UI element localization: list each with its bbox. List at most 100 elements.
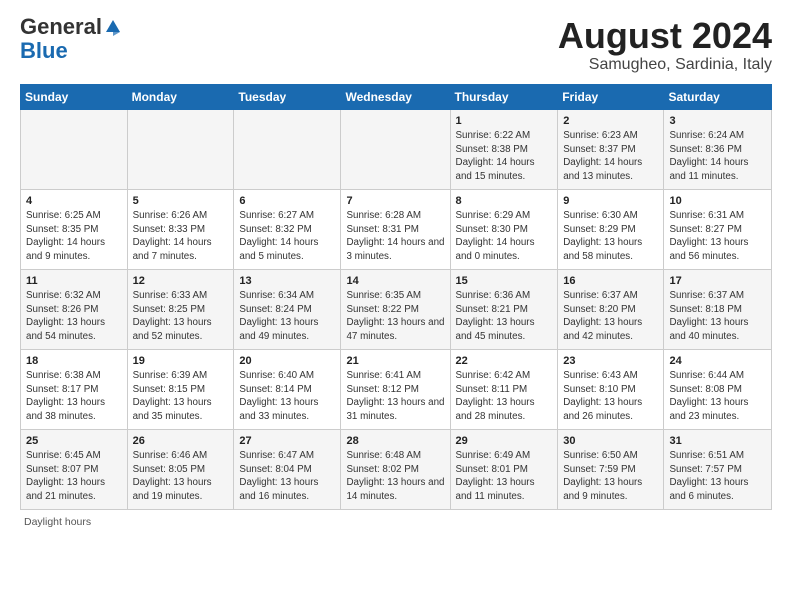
day-info: Sunrise: 6:37 AM Sunset: 8:20 PM Dayligh… — [563, 290, 642, 342]
day-info: Sunrise: 6:40 AM Sunset: 8:14 PM Dayligh… — [239, 370, 318, 422]
day-number: 10 — [669, 194, 766, 209]
day-number: 1 — [456, 114, 553, 129]
day-info: Sunrise: 6:22 AM Sunset: 8:38 PM Dayligh… — [456, 130, 535, 182]
day-info: Sunrise: 6:51 AM Sunset: 7:57 PM Dayligh… — [669, 450, 748, 502]
day-number: 24 — [669, 354, 766, 369]
day-number: 2 — [563, 114, 658, 129]
day-number: 14 — [346, 274, 444, 289]
table-row: 17Sunrise: 6:37 AM Sunset: 8:18 PM Dayli… — [664, 269, 772, 349]
day-number: 3 — [669, 114, 766, 129]
col-wednesday: Wednesday — [341, 84, 450, 109]
table-row: 28Sunrise: 6:48 AM Sunset: 8:02 PM Dayli… — [341, 429, 450, 509]
day-info: Sunrise: 6:42 AM Sunset: 8:11 PM Dayligh… — [456, 370, 535, 422]
col-sunday: Sunday — [21, 84, 128, 109]
calendar-title: August 2024 — [558, 16, 772, 56]
header: General Blue August 2024 Samugheo, Sardi… — [20, 16, 772, 74]
day-number: 5 — [133, 194, 229, 209]
day-info: Sunrise: 6:43 AM Sunset: 8:10 PM Dayligh… — [563, 370, 642, 422]
day-number: 27 — [239, 434, 335, 449]
day-number: 21 — [346, 354, 444, 369]
table-row — [234, 109, 341, 189]
footer: Daylight hours — [20, 516, 772, 528]
table-row: 23Sunrise: 6:43 AM Sunset: 8:10 PM Dayli… — [558, 349, 664, 429]
table-row: 8Sunrise: 6:29 AM Sunset: 8:30 PM Daylig… — [450, 189, 558, 269]
col-saturday: Saturday — [664, 84, 772, 109]
day-info: Sunrise: 6:39 AM Sunset: 8:15 PM Dayligh… — [133, 370, 212, 422]
day-info: Sunrise: 6:50 AM Sunset: 7:59 PM Dayligh… — [563, 450, 642, 502]
day-number: 16 — [563, 274, 658, 289]
table-row: 31Sunrise: 6:51 AM Sunset: 7:57 PM Dayli… — [664, 429, 772, 509]
day-number: 29 — [456, 434, 553, 449]
calendar-week-row: 25Sunrise: 6:45 AM Sunset: 8:07 PM Dayli… — [21, 429, 772, 509]
day-info: Sunrise: 6:38 AM Sunset: 8:17 PM Dayligh… — [26, 370, 105, 422]
table-row: 25Sunrise: 6:45 AM Sunset: 8:07 PM Dayli… — [21, 429, 128, 509]
day-info: Sunrise: 6:28 AM Sunset: 8:31 PM Dayligh… — [346, 210, 444, 262]
day-info: Sunrise: 6:31 AM Sunset: 8:27 PM Dayligh… — [669, 210, 748, 262]
day-info: Sunrise: 6:48 AM Sunset: 8:02 PM Dayligh… — [346, 450, 444, 502]
day-info: Sunrise: 6:32 AM Sunset: 8:26 PM Dayligh… — [26, 290, 105, 342]
table-row: 1Sunrise: 6:22 AM Sunset: 8:38 PM Daylig… — [450, 109, 558, 189]
day-info: Sunrise: 6:49 AM Sunset: 8:01 PM Dayligh… — [456, 450, 535, 502]
day-number: 25 — [26, 434, 122, 449]
table-row: 12Sunrise: 6:33 AM Sunset: 8:25 PM Dayli… — [127, 269, 234, 349]
day-info: Sunrise: 6:44 AM Sunset: 8:08 PM Dayligh… — [669, 370, 748, 422]
table-row: 11Sunrise: 6:32 AM Sunset: 8:26 PM Dayli… — [21, 269, 128, 349]
logo: General Blue — [20, 16, 122, 64]
col-tuesday: Tuesday — [234, 84, 341, 109]
day-number: 6 — [239, 194, 335, 209]
table-row — [127, 109, 234, 189]
calendar-table: Sunday Monday Tuesday Wednesday Thursday… — [20, 84, 772, 510]
table-row: 6Sunrise: 6:27 AM Sunset: 8:32 PM Daylig… — [234, 189, 341, 269]
day-info: Sunrise: 6:34 AM Sunset: 8:24 PM Dayligh… — [239, 290, 318, 342]
table-row: 24Sunrise: 6:44 AM Sunset: 8:08 PM Dayli… — [664, 349, 772, 429]
table-row — [341, 109, 450, 189]
table-row: 15Sunrise: 6:36 AM Sunset: 8:21 PM Dayli… — [450, 269, 558, 349]
table-row: 13Sunrise: 6:34 AM Sunset: 8:24 PM Dayli… — [234, 269, 341, 349]
table-row: 2Sunrise: 6:23 AM Sunset: 8:37 PM Daylig… — [558, 109, 664, 189]
day-number: 8 — [456, 194, 553, 209]
day-number: 15 — [456, 274, 553, 289]
page: General Blue August 2024 Samugheo, Sardi… — [0, 0, 792, 538]
day-number: 30 — [563, 434, 658, 449]
table-row: 19Sunrise: 6:39 AM Sunset: 8:15 PM Dayli… — [127, 349, 234, 429]
calendar-week-row: 4Sunrise: 6:25 AM Sunset: 8:35 PM Daylig… — [21, 189, 772, 269]
day-number: 12 — [133, 274, 229, 289]
daylight-hours-label: Daylight hours — [24, 516, 91, 528]
table-row: 30Sunrise: 6:50 AM Sunset: 7:59 PM Dayli… — [558, 429, 664, 509]
day-info: Sunrise: 6:35 AM Sunset: 8:22 PM Dayligh… — [346, 290, 444, 342]
table-row: 4Sunrise: 6:25 AM Sunset: 8:35 PM Daylig… — [21, 189, 128, 269]
day-number: 31 — [669, 434, 766, 449]
calendar-week-row: 1Sunrise: 6:22 AM Sunset: 8:38 PM Daylig… — [21, 109, 772, 189]
day-info: Sunrise: 6:30 AM Sunset: 8:29 PM Dayligh… — [563, 210, 642, 262]
day-number: 4 — [26, 194, 122, 209]
table-row: 10Sunrise: 6:31 AM Sunset: 8:27 PM Dayli… — [664, 189, 772, 269]
title-block: August 2024 Samugheo, Sardinia, Italy — [558, 16, 772, 74]
table-row: 21Sunrise: 6:41 AM Sunset: 8:12 PM Dayli… — [341, 349, 450, 429]
day-number: 23 — [563, 354, 658, 369]
day-info: Sunrise: 6:47 AM Sunset: 8:04 PM Dayligh… — [239, 450, 318, 502]
logo-icon — [104, 18, 122, 36]
day-info: Sunrise: 6:29 AM Sunset: 8:30 PM Dayligh… — [456, 210, 535, 262]
day-number: 18 — [26, 354, 122, 369]
table-row: 14Sunrise: 6:35 AM Sunset: 8:22 PM Dayli… — [341, 269, 450, 349]
calendar-location: Samugheo, Sardinia, Italy — [558, 56, 772, 74]
day-number: 9 — [563, 194, 658, 209]
day-number: 13 — [239, 274, 335, 289]
day-info: Sunrise: 6:25 AM Sunset: 8:35 PM Dayligh… — [26, 210, 105, 262]
table-row: 3Sunrise: 6:24 AM Sunset: 8:36 PM Daylig… — [664, 109, 772, 189]
col-thursday: Thursday — [450, 84, 558, 109]
table-row: 5Sunrise: 6:26 AM Sunset: 8:33 PM Daylig… — [127, 189, 234, 269]
table-row: 20Sunrise: 6:40 AM Sunset: 8:14 PM Dayli… — [234, 349, 341, 429]
day-number: 7 — [346, 194, 444, 209]
table-row: 26Sunrise: 6:46 AM Sunset: 8:05 PM Dayli… — [127, 429, 234, 509]
logo-blue-text: Blue — [20, 38, 68, 64]
col-monday: Monday — [127, 84, 234, 109]
day-info: Sunrise: 6:45 AM Sunset: 8:07 PM Dayligh… — [26, 450, 105, 502]
calendar-week-row: 11Sunrise: 6:32 AM Sunset: 8:26 PM Dayli… — [21, 269, 772, 349]
table-row: 16Sunrise: 6:37 AM Sunset: 8:20 PM Dayli… — [558, 269, 664, 349]
day-number: 20 — [239, 354, 335, 369]
day-number: 11 — [26, 274, 122, 289]
day-info: Sunrise: 6:37 AM Sunset: 8:18 PM Dayligh… — [669, 290, 748, 342]
calendar-header-row: Sunday Monday Tuesday Wednesday Thursday… — [21, 84, 772, 109]
day-number: 17 — [669, 274, 766, 289]
